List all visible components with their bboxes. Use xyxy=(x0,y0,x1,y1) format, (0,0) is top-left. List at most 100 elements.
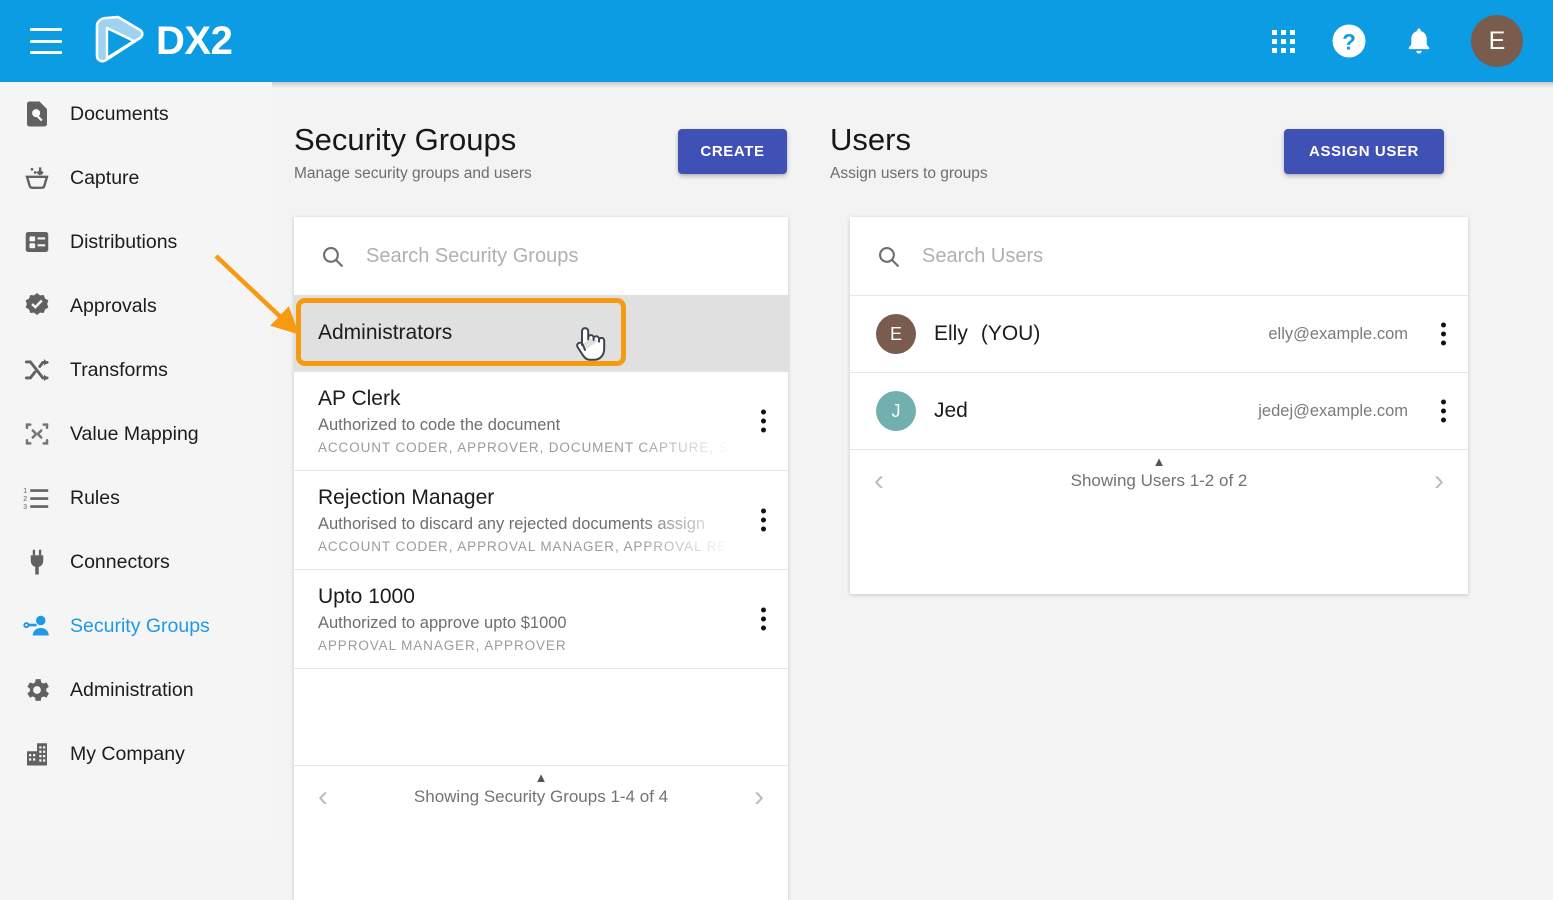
chevron-right-icon[interactable]: › xyxy=(1434,466,1444,496)
distribution-list-icon xyxy=(22,227,64,257)
sidebar-item-my-company[interactable]: My Company xyxy=(0,722,272,786)
sidebar-item-label: Security Groups xyxy=(70,615,210,638)
top-app-bar: DX2 ? E xyxy=(0,0,1553,82)
chevron-up-icon[interactable]: ▲ xyxy=(535,770,548,785)
group-name: Administrators xyxy=(318,320,452,346)
row-menu-icon[interactable] xyxy=(1441,400,1446,423)
avatar: E xyxy=(876,314,916,354)
bell-icon[interactable] xyxy=(1403,24,1435,58)
ordered-list-icon: 1 2 3 xyxy=(22,483,64,513)
chevron-left-icon[interactable]: ‹ xyxy=(874,466,884,496)
user-key-icon xyxy=(22,611,64,641)
group-description: Authorized to code the document xyxy=(318,416,728,435)
compress-arrows-icon xyxy=(22,419,64,449)
power-plug-icon xyxy=(22,547,64,577)
svg-text:3: 3 xyxy=(23,504,27,511)
pagination-label: Showing Users 1-2 of 2 xyxy=(1071,471,1248,491)
assign-user-button[interactable]: ASSIGN USER xyxy=(1284,129,1444,174)
sidebar-item-label: Connectors xyxy=(70,551,170,574)
sidebar-item-label: Administration xyxy=(70,679,194,702)
sidebar-nav: Documents Capture Distributions xyxy=(0,82,272,841)
sidebar-item-label: Transforms xyxy=(70,359,168,382)
sidebar-item-label: Capture xyxy=(70,167,139,190)
document-search-icon xyxy=(22,99,64,129)
gear-icon xyxy=(22,675,64,705)
chevron-left-icon[interactable]: ‹ xyxy=(318,782,328,812)
users-header: Users Assign users to groups xyxy=(830,122,1280,183)
search-security-groups-row[interactable]: Search Security Groups xyxy=(294,217,788,295)
current-user-badge: (YOU) xyxy=(981,322,1041,346)
group-name: Upto 1000 xyxy=(318,584,728,610)
user-email: elly@example.com xyxy=(1268,325,1408,344)
row-menu-icon[interactable] xyxy=(761,410,766,433)
group-roles: ACCOUNT CODER, APPROVAL MANAGER, APPROVA… xyxy=(318,539,728,554)
sidebar-item-label: Approvals xyxy=(70,295,157,318)
help-circle-icon[interactable]: ? xyxy=(1331,23,1367,59)
security-groups-card: Search Security Groups Administrators AP… xyxy=(294,217,788,900)
row-menu-icon[interactable] xyxy=(761,509,766,532)
table-row[interactable]: J Jed jedej@example.com xyxy=(850,373,1468,449)
shuffle-arrows-icon xyxy=(22,355,64,385)
capture-inbox-icon xyxy=(22,163,64,193)
svg-text:?: ? xyxy=(1342,29,1356,54)
user-name: Elly xyxy=(934,322,968,346)
users-subtitle: Assign users to groups xyxy=(830,165,1280,183)
sidebar-item-security-groups[interactable]: Security Groups xyxy=(0,594,272,658)
list-item[interactable]: AP Clerk Authorized to code the document… xyxy=(294,372,788,470)
user-email: jedej@example.com xyxy=(1258,402,1408,421)
building-icon xyxy=(22,739,64,769)
users-card: Search Users E Elly (YOU) elly@example.c… xyxy=(850,217,1468,594)
app-name: DX2 xyxy=(156,21,232,61)
dx2-logo-icon xyxy=(94,14,144,69)
row-menu-icon[interactable] xyxy=(1441,323,1446,346)
sidebar-item-documents[interactable]: Documents xyxy=(0,82,272,146)
chevron-right-icon[interactable]: › xyxy=(754,782,764,812)
list-item[interactable]: Upto 1000 Authorized to approve upto $10… xyxy=(294,570,788,668)
sidebar-item-approvals[interactable]: Approvals xyxy=(0,274,272,338)
sidebar-item-label: My Company xyxy=(70,743,185,766)
table-row[interactable]: E Elly (YOU) elly@example.com xyxy=(850,296,1468,372)
avatar[interactable]: E xyxy=(1471,15,1523,67)
sidebar-item-value-mapping[interactable]: Value Mapping xyxy=(0,402,272,466)
app-logo[interactable]: DX2 xyxy=(94,14,232,69)
list-item[interactable]: Administrators xyxy=(294,295,788,371)
sidebar-item-label: Documents xyxy=(70,103,169,126)
main-content: Security Groups Manage security groups a… xyxy=(272,82,1553,841)
group-name: Rejection Manager xyxy=(318,485,728,511)
group-description: Authorised to discard any rejected docum… xyxy=(318,515,728,534)
search-users-input[interactable]: Search Users xyxy=(922,245,1043,268)
chevron-up-icon[interactable]: ▲ xyxy=(1153,454,1166,469)
row-menu-icon[interactable] xyxy=(761,608,766,631)
sidebar-item-label: Value Mapping xyxy=(70,423,199,446)
apps-grid-icon[interactable] xyxy=(1272,30,1295,53)
sidebar-item-transforms[interactable]: Transforms xyxy=(0,338,272,402)
list-item[interactable]: Rejection Manager Authorised to discard … xyxy=(294,471,788,569)
sidebar-item-label: Distributions xyxy=(70,231,177,254)
search-security-groups-input[interactable]: Search Security Groups xyxy=(366,245,578,268)
security-groups-pagination: ▲ ‹ Showing Security Groups 1-4 of 4 › xyxy=(294,766,788,828)
search-icon xyxy=(320,244,345,269)
empty-list-space xyxy=(294,669,788,765)
user-name: Jed xyxy=(934,399,968,423)
sidebar-item-capture[interactable]: Capture xyxy=(0,146,272,210)
pagination-label: Showing Security Groups 1-4 of 4 xyxy=(414,787,668,807)
sidebar-item-connectors[interactable]: Connectors xyxy=(0,530,272,594)
svg-text:1: 1 xyxy=(23,488,27,495)
group-roles: ACCOUNT CODER, APPROVER, DOCUMENT CAPTUR… xyxy=(318,440,728,455)
sidebar-item-administration[interactable]: Administration xyxy=(0,658,272,722)
search-users-row[interactable]: Search Users xyxy=(850,217,1468,295)
users-title: Users xyxy=(830,122,1280,158)
group-description: Authorized to approve upto $1000 xyxy=(318,614,728,633)
sidebar-item-distributions[interactable]: Distributions xyxy=(0,210,272,274)
users-pagination: ▲ ‹ Showing Users 1-2 of 2 › xyxy=(850,450,1468,512)
hamburger-menu-icon[interactable] xyxy=(30,28,62,54)
group-name: AP Clerk xyxy=(318,386,728,412)
search-icon xyxy=(876,244,901,269)
group-roles: APPROVAL MANAGER, APPROVER xyxy=(318,638,728,653)
svg-text:2: 2 xyxy=(23,496,27,503)
sidebar-item-label: Rules xyxy=(70,487,120,510)
sidebar-item-rules[interactable]: 1 2 3 Rules xyxy=(0,466,272,530)
avatar: J xyxy=(876,391,916,431)
approval-badge-check-icon xyxy=(22,291,64,321)
create-button[interactable]: CREATE xyxy=(678,129,787,174)
